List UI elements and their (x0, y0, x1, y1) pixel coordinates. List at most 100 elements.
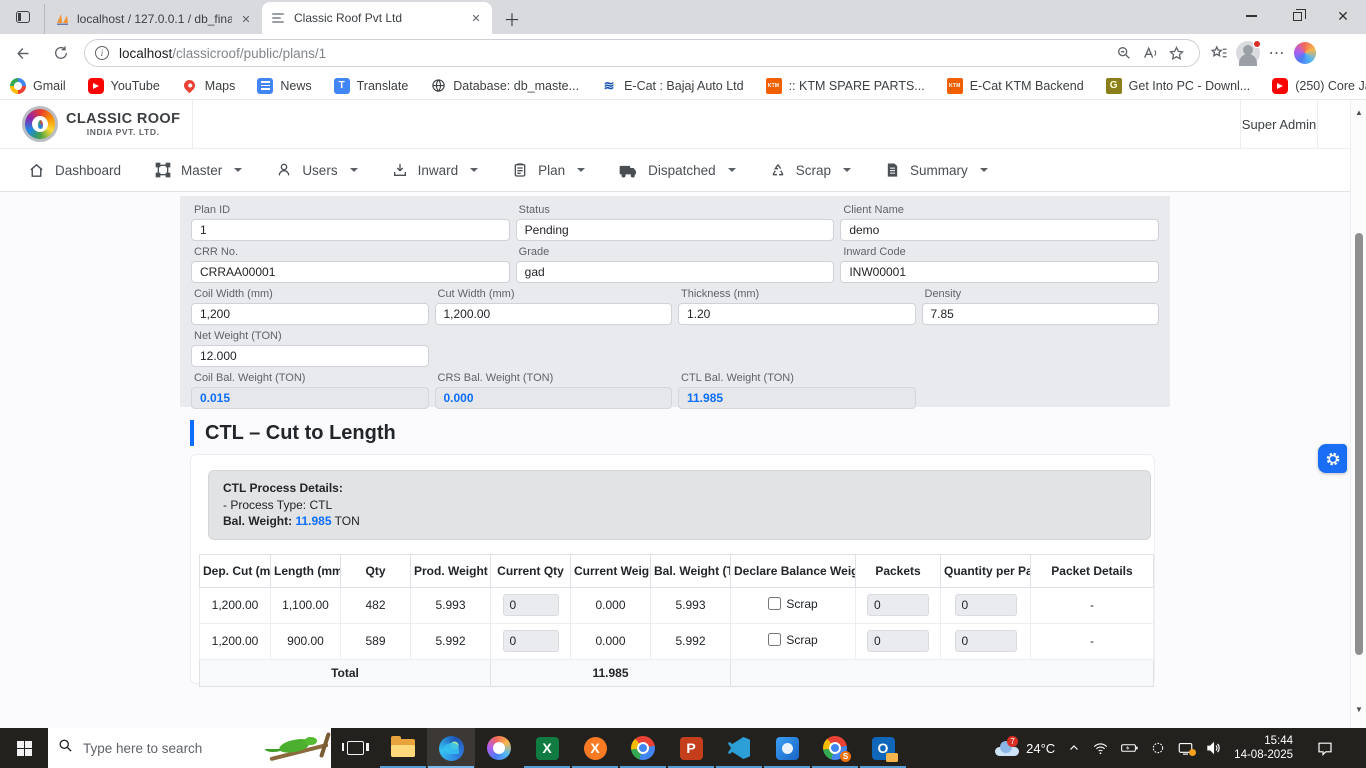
packets-input[interactable] (867, 594, 929, 616)
scrap-checkbox[interactable] (768, 633, 782, 647)
settings-menu-icon[interactable]: ⋯ (1264, 40, 1290, 66)
scrap-checkbox[interactable] (768, 597, 782, 611)
bookmark-maps[interactable]: Maps (182, 77, 235, 94)
tab-actions-button[interactable] (8, 4, 38, 30)
read-aloud-icon[interactable] (1137, 40, 1163, 66)
thickness-input[interactable] (678, 303, 916, 325)
taskbar-outlook[interactable]: O (859, 728, 907, 768)
bookmark-core-java[interactable]: (250) Core Java - Pa... (1272, 77, 1366, 94)
bookmark-ktm-spare-parts[interactable]: KTM:: KTM SPARE PARTS... (765, 77, 925, 94)
restore-button[interactable] (1274, 0, 1320, 32)
status-input[interactable] (515, 219, 835, 241)
favorite-star-icon[interactable] (1163, 40, 1189, 66)
nav-dispatched[interactable]: Dispatched (619, 162, 736, 179)
col-header: Dep. Cut (mm) (199, 553, 271, 588)
window-controls: ✕ (1228, 0, 1366, 32)
taskbar-xampp[interactable]: X (571, 728, 619, 768)
plan-id-input[interactable] (191, 219, 510, 241)
chevron-down-icon (349, 168, 358, 172)
tab-classic-roof[interactable]: Classic Roof Pvt Ltd ✕ (262, 2, 492, 34)
nav-summary[interactable]: Summary (885, 162, 988, 178)
user-menu[interactable]: Super Admin (1240, 100, 1318, 148)
weather-temp: 24°C (1026, 740, 1056, 756)
back-button[interactable] (8, 38, 38, 68)
teams-share-icon[interactable] (1178, 742, 1197, 756)
tab-close-icon[interactable]: ✕ (468, 10, 484, 26)
settings-fab[interactable] (1318, 444, 1347, 473)
new-tab-button[interactable]: ＋ (498, 4, 526, 32)
nav-dashboard[interactable]: Dashboard (28, 162, 121, 179)
page-scrollbar[interactable]: ▲ ▼ (1350, 100, 1366, 728)
net-weight-input[interactable] (191, 345, 429, 367)
packets-input[interactable] (867, 630, 929, 652)
wifi-icon[interactable] (1093, 742, 1108, 755)
tab-close-icon[interactable]: ✕ (238, 11, 254, 27)
taskbar-chrome[interactable] (619, 728, 667, 768)
bookmark-getintopc[interactable]: G Get Into PC - Downl... (1105, 77, 1250, 94)
app-logo[interactable]: CLASSIC ROOF INDIA PVT. LTD. (10, 100, 193, 148)
battery-icon[interactable] (1121, 742, 1138, 754)
tab-phpmyadmin[interactable]: localhost / 127.0.0.1 / db_final_cla ✕ (44, 4, 262, 34)
bookmark-ktm-backend[interactable]: KTM E-Cat KTM Backend (946, 77, 1084, 94)
taskbar-copilot[interactable] (475, 728, 523, 768)
taskbar-edge[interactable] (427, 728, 475, 768)
scroll-up-icon[interactable]: ▲ (1355, 108, 1363, 117)
client-name-input[interactable] (840, 219, 1159, 241)
nav-plan[interactable]: Plan (512, 162, 586, 178)
bookmark-gmail[interactable]: Gmail (10, 77, 66, 94)
url-text[interactable]: localhost/classicroof/public/plans/1 (119, 46, 1111, 61)
minimize-button[interactable] (1228, 0, 1274, 32)
taskbar-file-explorer[interactable] (379, 728, 427, 768)
onedrive-status-icon[interactable] (1151, 741, 1165, 755)
taskbar-chrome-profile[interactable]: S (811, 728, 859, 768)
nav-inward[interactable]: Inward (392, 162, 479, 178)
taskbar-photos[interactable] (763, 728, 811, 768)
bookmark-news[interactable]: News (257, 77, 312, 94)
volume-icon[interactable] (1206, 741, 1221, 755)
bookmark-bajaj[interactable]: ≋ E-Cat : Bajaj Auto Ltd (601, 78, 744, 94)
grade-input[interactable] (515, 261, 835, 283)
bookmark-translate[interactable]: T Translate (333, 77, 408, 94)
taskbar-clock[interactable]: 15:44 14-08-2025 (1234, 734, 1293, 762)
copilot-icon[interactable] (1294, 42, 1316, 64)
close-button[interactable]: ✕ (1320, 0, 1366, 32)
photos-icon (775, 736, 799, 760)
scroll-down-icon[interactable]: ▼ (1355, 705, 1363, 714)
density-input[interactable] (921, 303, 1159, 325)
qty-per-packet-input[interactable] (954, 594, 1017, 616)
taskbar-vscode[interactable] (715, 728, 763, 768)
current-qty-input[interactable] (502, 594, 559, 616)
nav-users[interactable]: Users (276, 162, 358, 178)
weather-widget[interactable]: 7 24°C (993, 735, 1056, 756)
crr-no-input[interactable] (191, 261, 510, 283)
bookmark-youtube[interactable]: YouTube (87, 77, 160, 94)
scrollbar-thumb[interactable] (1355, 233, 1363, 655)
nav-master[interactable]: Master (155, 162, 243, 178)
profile-avatar[interactable] (1236, 40, 1261, 66)
task-view-button[interactable] (331, 728, 379, 768)
qty-per-packet-input[interactable] (954, 630, 1017, 652)
current-qty-input[interactable] (502, 630, 559, 652)
google-g-icon (10, 77, 26, 94)
taskbar-search[interactable]: Type here to search (48, 728, 331, 768)
taskbar-excel[interactable]: X (523, 728, 571, 768)
vscode-icon (728, 737, 750, 759)
action-center-button[interactable] (1306, 741, 1344, 756)
start-button[interactable] (0, 728, 48, 768)
screen: localhost / 127.0.0.1 / db_final_cla ✕ C… (0, 0, 1366, 768)
nav-scrap[interactable]: Scrap (770, 162, 851, 178)
toolbar-right: ⋯ (1206, 40, 1316, 66)
bookmark-database[interactable]: Database: db_maste... (430, 78, 579, 94)
tray-overflow-chevron[interactable] (1068, 742, 1080, 754)
chrome-icon (631, 736, 655, 760)
cut-width-input[interactable] (434, 303, 672, 325)
zoom-out-icon[interactable] (1111, 40, 1137, 66)
refresh-button[interactable] (46, 38, 76, 68)
site-info-icon[interactable]: i (95, 46, 109, 60)
address-bar[interactable]: i localhost/classicroof/public/plans/1 (84, 39, 1200, 67)
inward-code-input[interactable] (840, 261, 1159, 283)
coil-width-input[interactable] (191, 303, 429, 325)
taskbar-powerpoint[interactable]: P (667, 728, 715, 768)
favorites-bar-icon[interactable] (1206, 40, 1232, 66)
windows-logo-icon (16, 740, 32, 756)
